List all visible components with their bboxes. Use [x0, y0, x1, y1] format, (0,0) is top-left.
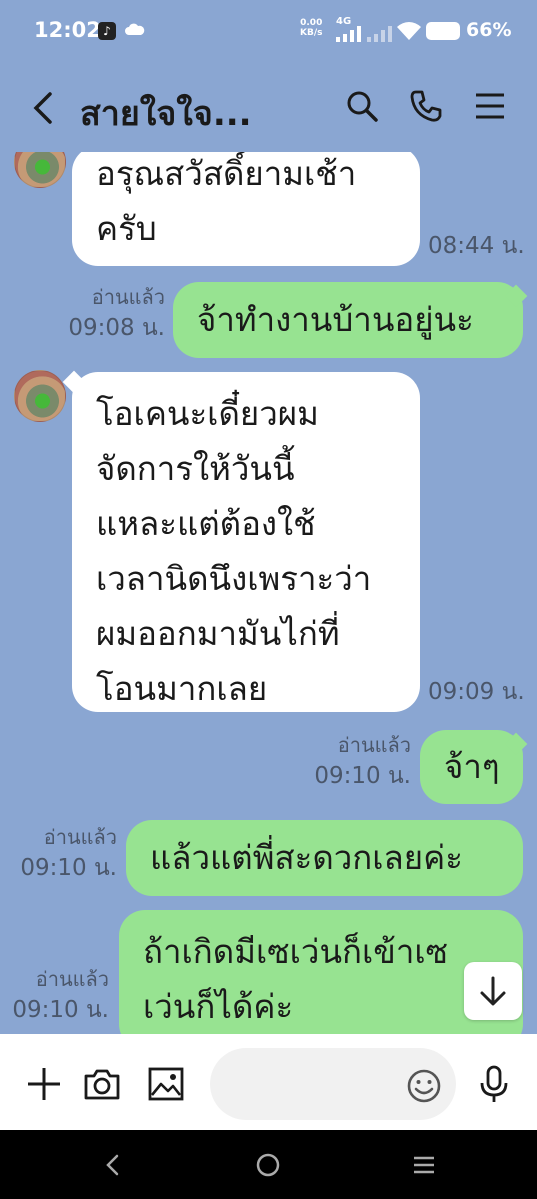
message-text: จ้าทำงานบ้านอยู่นะ [197, 300, 474, 339]
message-text: จัดการให้วันนี้ [96, 449, 295, 488]
message-text: แหละแต่ต้องใช้ [96, 504, 316, 543]
read-receipt: อ่านแล้ว [43, 825, 117, 849]
chat-header: สายใจใจ... [0, 62, 537, 152]
message-bubble-outgoing[interactable]: ถ้าเกิดมีเซเว่นก็เข้าเซ เว่นก็ได้ค่ะ [119, 910, 523, 1034]
message-meta: อ่านแล้ว 09:10 น. [314, 730, 411, 792]
camera-icon[interactable] [82, 1064, 122, 1104]
scroll-to-bottom-button[interactable] [464, 962, 522, 1020]
nav-back-icon[interactable] [98, 1150, 128, 1180]
message-meta: อ่านแล้ว 09:10 น. [20, 822, 117, 884]
nav-home-icon[interactable] [253, 1150, 283, 1180]
avatar[interactable] [14, 152, 66, 188]
system-nav-bar [0, 1130, 537, 1199]
battery-percent: 66% [466, 19, 512, 41]
message-time: 09:10 น. [12, 997, 109, 1023]
message-time: 09:10 น. [314, 763, 411, 789]
search-icon[interactable] [344, 88, 380, 124]
message-bubble-incoming[interactable]: อรุณสวัสดิ์ยามเช้า ครับ [72, 152, 420, 266]
signal-icon [336, 26, 361, 42]
message-meta: อ่านแล้ว 09:10 น. [12, 964, 109, 1026]
message-time: 09:10 น. [20, 855, 117, 881]
message-text: ผมออกมามันไก่ที่ [96, 614, 340, 653]
arrow-down-icon [480, 976, 506, 1006]
read-receipt: อ่านแล้ว [35, 967, 109, 991]
net-speed: 0.00 KB/s [300, 18, 322, 38]
chat-area[interactable]: อรุณสวัสดิ์ยามเช้า ครับ 08:44 น. อ่านแล้… [0, 152, 537, 1034]
nav-recents-icon[interactable] [409, 1150, 439, 1180]
cloud-icon [125, 23, 145, 35]
avatar[interactable] [14, 370, 66, 422]
menu-icon[interactable] [472, 88, 508, 124]
message-bubble-outgoing[interactable]: แล้วแต่พี่สะดวกเลยค่ะ [126, 820, 523, 896]
battery-icon [426, 22, 460, 40]
chat-title[interactable]: สายใจใจ... [80, 86, 252, 140]
status-bar: 12:02 ♪ 0.00 KB/s 4G 66% [0, 0, 537, 62]
message-text: จ้าๆ [444, 747, 500, 786]
message-input-bar [0, 1034, 537, 1130]
net-speed-value: 0.00 [300, 18, 323, 28]
image-icon[interactable] [146, 1064, 186, 1104]
read-receipt: อ่านแล้ว [337, 733, 411, 757]
back-icon[interactable] [30, 90, 60, 126]
emoji-icon[interactable] [406, 1068, 442, 1104]
message-text: อรุณสวัสดิ์ยามเช้า [96, 154, 357, 193]
message-text: ครับ [96, 209, 157, 248]
read-receipt: อ่านแล้ว [91, 285, 165, 309]
message-text: เวลานิดนึงเพราะว่า [96, 559, 372, 598]
message-text: ถ้าเกิดมีเซเว่นก็เข้าเซ [143, 932, 449, 971]
message-text: เว่นก็ได้ค่ะ [143, 987, 294, 1026]
wifi-icon [397, 22, 421, 40]
net-speed-unit: KB/s [300, 28, 323, 38]
plus-icon[interactable] [24, 1064, 64, 1104]
tiktok-icon: ♪ [98, 22, 116, 40]
message-time: 09:09 น. [428, 679, 525, 705]
message-text: โอนมากเลย [96, 669, 268, 708]
signal-icon-2 [367, 26, 392, 42]
message-bubble-incoming[interactable]: โอเคนะเดี๋ยวผม จัดการให้วันนี้ แหละแต่ต้… [72, 372, 420, 712]
message-text: โอเคนะเดี๋ยวผม [96, 394, 319, 433]
message-time: 09:08 น. [68, 315, 165, 341]
message-time: 08:44 น. [428, 233, 525, 259]
status-time: 12:02 [34, 18, 101, 42]
message-text: แล้วแต่พี่สะดวกเลยค่ะ [150, 838, 463, 877]
microphone-icon[interactable] [474, 1064, 514, 1104]
phone-icon[interactable] [408, 88, 444, 124]
message-meta: อ่านแล้ว 09:08 น. [68, 282, 165, 344]
message-bubble-outgoing[interactable]: จ้าทำงานบ้านอยู่นะ [173, 282, 523, 358]
